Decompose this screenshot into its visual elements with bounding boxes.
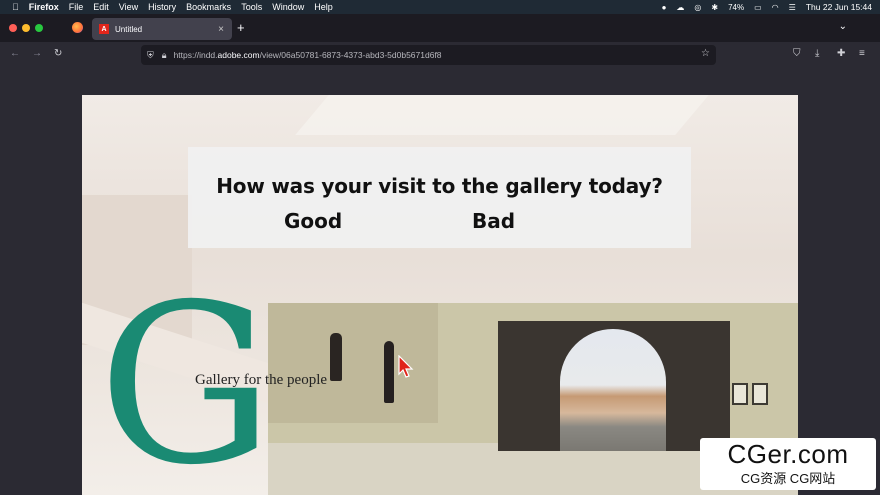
url-bar[interactable]: ⛨ 🔒︎ https://indd.adobe.com/view/06a5078… <box>141 45 716 65</box>
tab-untitled[interactable]: A Untitled × <box>92 18 232 40</box>
new-tab-button[interactable]: + <box>237 20 245 35</box>
menu-bookmarks[interactable]: Bookmarks <box>186 2 231 12</box>
archway-image <box>498 321 730 451</box>
cger-watermark: CGer.com CG资源 CG网站 <box>700 438 876 490</box>
clock[interactable]: Thu 22 Jun 15:44 <box>806 2 872 12</box>
close-window-button[interactable] <box>9 24 17 32</box>
url-path: /view/06a50781-6873-4373-abd3-5d0b5671d6… <box>259 50 442 60</box>
bad-button[interactable]: Bad <box>472 209 515 233</box>
app-menu-icon[interactable]: ≡ <box>859 48 865 59</box>
visitor-figure-2 <box>384 341 394 403</box>
tab-close-icon[interactable]: × <box>218 24 224 35</box>
tagline: Gallery for the people <box>195 372 328 388</box>
mouse-cursor-icon <box>398 355 414 378</box>
menu-file[interactable]: File <box>69 2 84 12</box>
bluetooth-icon[interactable]: ✱ <box>711 3 718 12</box>
wifi-icon[interactable]: ◠ <box>772 3 779 12</box>
tab-strip: A Untitled × + ⌄ <box>0 14 880 42</box>
menu-view[interactable]: View <box>119 2 138 12</box>
menu-edit[interactable]: Edit <box>93 2 109 12</box>
list-all-tabs-icon[interactable]: ⌄ <box>839 21 847 32</box>
picture-frame <box>752 383 768 405</box>
url-prefix: https://indd. <box>173 50 218 60</box>
url-domain: adobe.com <box>217 50 260 60</box>
watermark-subtitle: CG资源 CG网站 <box>740 471 836 486</box>
back-arrow-icon[interactable]: ← <box>10 48 20 59</box>
window-controls <box>9 24 43 32</box>
reload-icon[interactable]: ↻ <box>54 48 62 59</box>
control-center-icon[interactable]: ☰ <box>789 3 796 12</box>
minimize-window-button[interactable] <box>22 24 30 32</box>
survey-card: How was your visit to the gallery today?… <box>188 147 691 248</box>
tab-title: Untitled <box>115 24 143 34</box>
picture-frame <box>732 383 748 405</box>
survey-question: How was your visit to the gallery today? <box>216 174 663 198</box>
pocket-icon[interactable]: ⛉ <box>793 48 801 59</box>
indesign-publication-page: How was your visit to the gallery today?… <box>82 95 798 495</box>
menu-tools[interactable]: Tools <box>241 2 262 12</box>
menu-window[interactable]: Window <box>272 2 304 12</box>
arch-opening <box>560 329 666 451</box>
battery-icon[interactable]: ▭ <box>754 3 762 12</box>
lock-icon[interactable]: 🔒︎ <box>162 50 167 61</box>
bookmark-star-icon[interactable]: ☆ <box>701 48 710 59</box>
zoom-window-button[interactable] <box>35 24 43 32</box>
extensions-icon[interactable]: ✚ <box>837 48 845 59</box>
downloads-icon[interactable]: ⤓ <box>815 48 819 59</box>
status-area: ● ☁ ◎ ✱ 74% ▭ ◠ ☰ Thu 22 Jun 15:44 <box>662 0 872 14</box>
adobe-favicon-icon: A <box>99 24 109 34</box>
shield-icon[interactable]: ⛨ <box>147 50 154 61</box>
watermark-title: CGer.com <box>727 439 849 469</box>
url-text[interactable]: https://indd.adobe.com/view/06a50781-687… <box>174 50 442 60</box>
airdrop-icon[interactable]: ◎ <box>694 3 701 12</box>
ceiling-beam <box>295 95 709 135</box>
forward-arrow-icon[interactable]: → <box>32 48 42 59</box>
cloud-icon[interactable]: ☁ <box>676 3 684 12</box>
menu-history[interactable]: History <box>148 2 176 12</box>
apple-icon[interactable]:  <box>12 2 19 12</box>
battery-percent: 74% <box>728 2 745 12</box>
menu-help[interactable]: Help <box>314 2 333 12</box>
record-icon[interactable]: ● <box>662 3 667 12</box>
firefox-view-icon[interactable] <box>72 22 83 33</box>
good-button[interactable]: Good <box>284 209 342 233</box>
visitor-figure <box>330 333 342 381</box>
macos-menubar:  Firefox File Edit View History Bookmar… <box>0 0 880 14</box>
menu-app-name[interactable]: Firefox <box>29 2 59 12</box>
